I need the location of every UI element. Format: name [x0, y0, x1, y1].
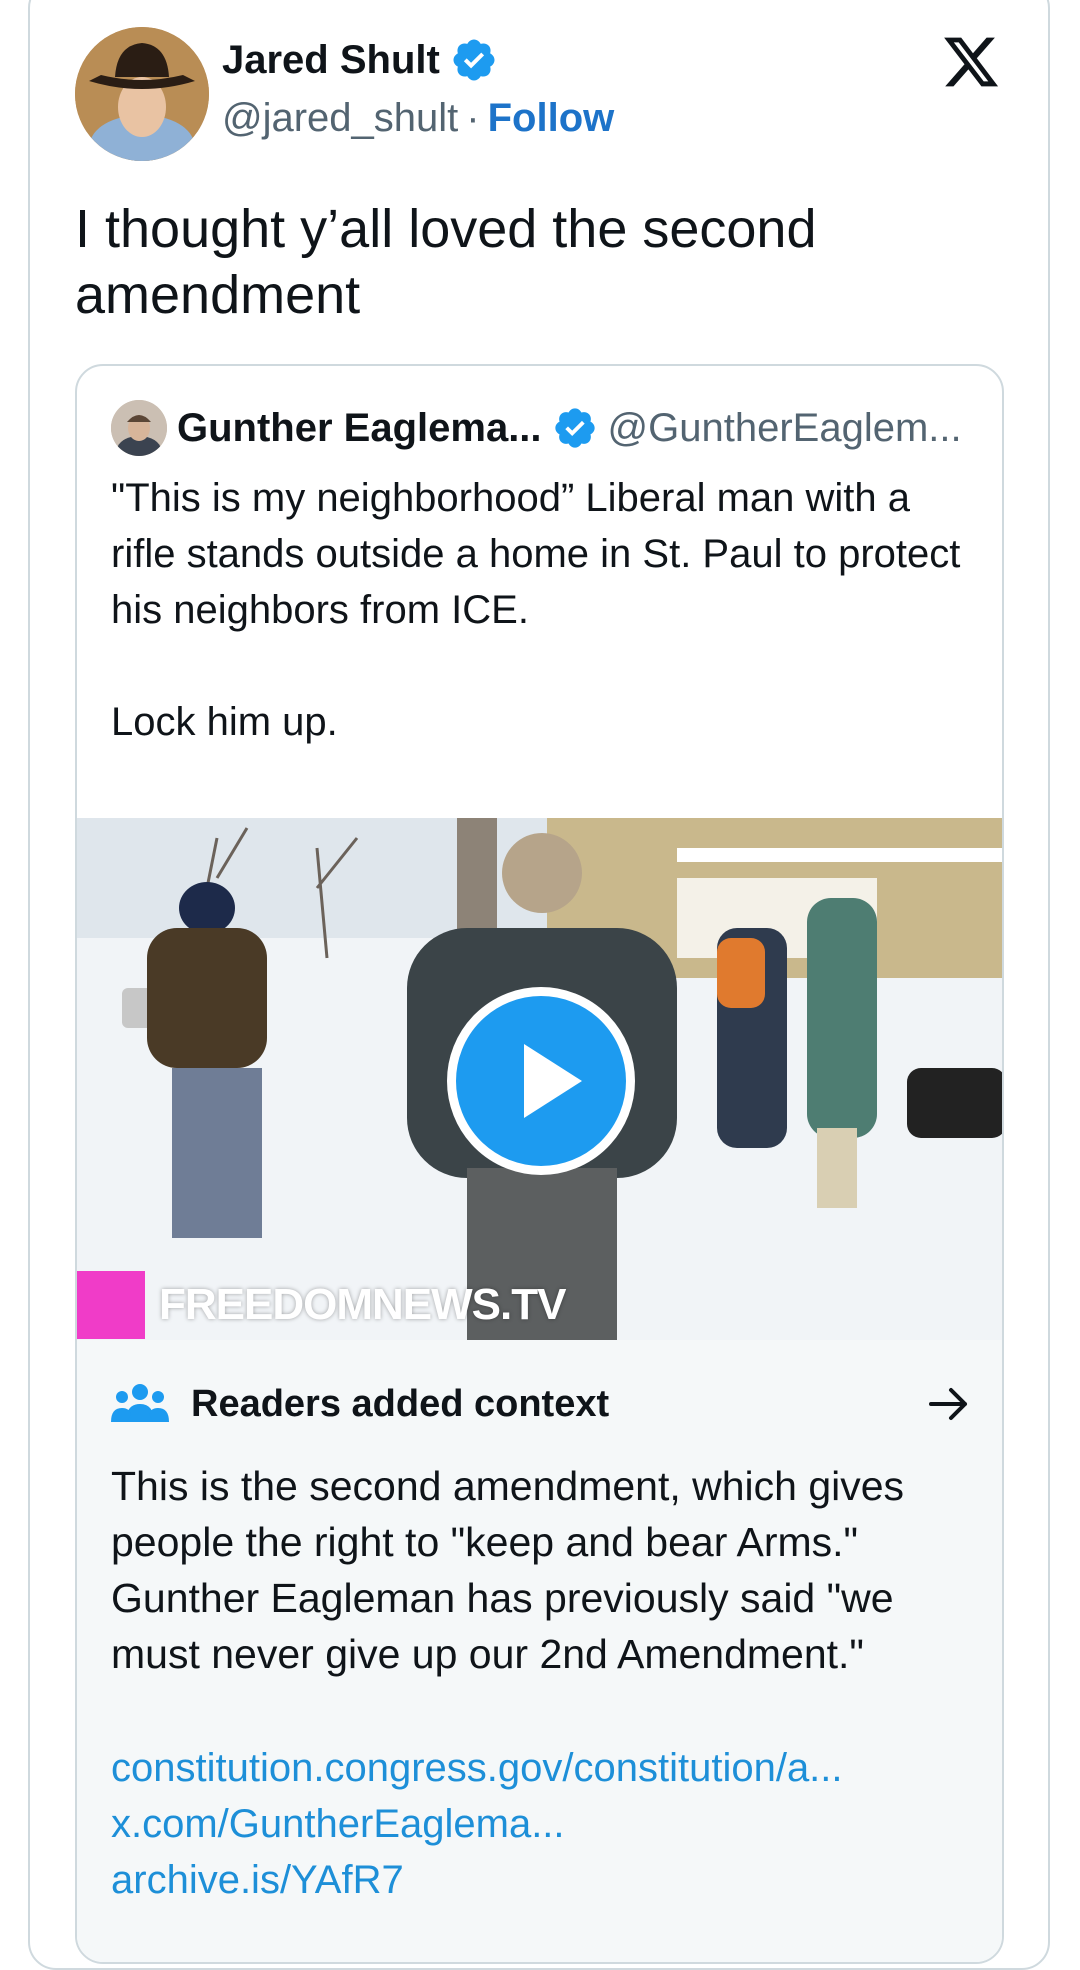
video-watermark: FREEDOMNEWS.TV — [77, 1270, 566, 1340]
people-icon — [111, 1384, 169, 1422]
watermark-logo — [77, 1271, 145, 1339]
author-display-name[interactable]: Jared Shult — [222, 38, 440, 83]
x-logo-icon[interactable] — [940, 32, 1002, 92]
arrow-right-icon[interactable] — [927, 1384, 971, 1424]
quoted-author-name[interactable]: Gunther Eaglema... — [177, 406, 542, 451]
community-note-header[interactable]: Readers added context — [111, 1378, 971, 1430]
verified-badge-icon — [453, 39, 495, 81]
quoted-avatar-image — [111, 400, 167, 456]
tweet-text: I thought y’all loved the second amendme… — [75, 199, 817, 325]
note-link-x[interactable]: x.com/GuntherEaglema... — [111, 1796, 981, 1852]
handle-separator: · — [466, 96, 480, 140]
follow-button[interactable]: Follow — [488, 96, 615, 141]
quoted-tweet-header: Gunther Eaglema... @GuntherEaglem... — [111, 400, 962, 456]
video-player[interactable]: FREEDOMNEWS.TV — [77, 818, 1002, 1340]
note-link-constitution[interactable]: constitution.congress.gov/constitution/a… — [111, 1740, 981, 1796]
watermark-text: FREEDOMNEWS.TV — [159, 1280, 566, 1329]
quoted-author-handle[interactable]: @GuntherEaglem... — [608, 406, 962, 451]
quoted-author-avatar[interactable] — [111, 400, 167, 456]
note-link-archive[interactable]: archive.is/YAfR7 — [111, 1852, 981, 1908]
play-icon — [524, 1044, 582, 1118]
community-note-links: constitution.congress.gov/constitution/a… — [111, 1740, 981, 1908]
quoted-tweet[interactable]: Gunther Eaglema... @GuntherEaglem... "Th… — [75, 364, 1004, 1964]
community-note-text: This is the second amendment, which give… — [111, 1463, 905, 1677]
avatar-image — [75, 27, 209, 161]
quoted-tweet-text: "This is my neighborhood” Liberal man wi… — [111, 476, 961, 744]
author-handle-row: @jared_shult · Follow — [222, 96, 614, 141]
community-note: Readers added context This is the second… — [77, 1340, 1002, 1962]
author-name-row: Jared Shult — [222, 36, 498, 84]
author-handle[interactable]: @jared_shult — [222, 96, 458, 141]
play-button[interactable] — [447, 987, 635, 1175]
community-note-title: Readers added context — [191, 1382, 610, 1425]
author-avatar[interactable] — [75, 27, 209, 161]
verified-badge-icon — [554, 408, 595, 448]
